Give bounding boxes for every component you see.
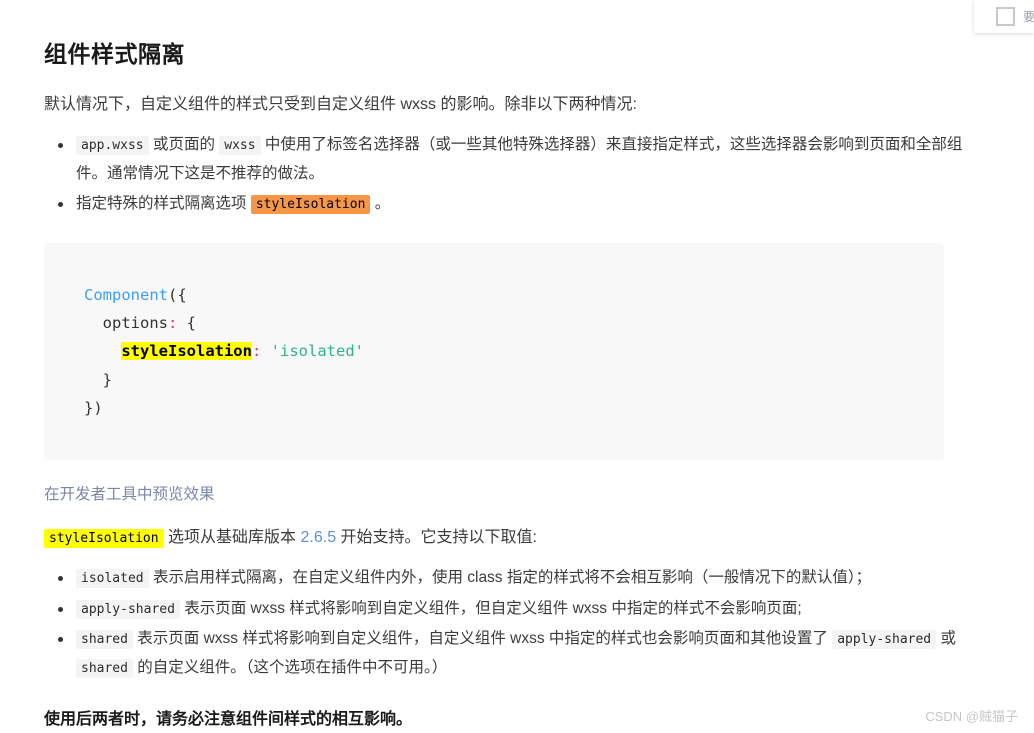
code-snippet: Component({ options: { styleIsolation: '… — [84, 281, 944, 422]
inline-code-shared-2: shared — [76, 659, 133, 679]
floating-corner-panel[interactable]: 要 — [974, 0, 1034, 33]
inline-code-styleisolation-highlight: styleIsolation — [250, 195, 371, 215]
code-block: Component({ options: { styleIsolation: '… — [44, 243, 944, 461]
code-token-close-call: }) — [84, 398, 103, 417]
list-item: app.wxss 或页面的 wxss 中使用了标签名选择器（或一些其他特殊选择器… — [58, 131, 964, 188]
inline-code-apply-shared: apply-shared — [76, 599, 180, 619]
list-item: apply-shared 表示页面 wxss 样式将影响到自定义组件，但自定义组… — [58, 595, 964, 624]
page-title: 组件样式隔离 — [44, 41, 185, 67]
code-token-open: ({ — [168, 286, 187, 305]
inline-code-styleisolation-note: styleIsolation — [44, 529, 164, 549]
list-item-text: 。 — [374, 195, 391, 213]
list-item-text: 表示页面 wxss 样式将影响到自定义组件，自定义组件 wxss 中指定的样式也… — [137, 630, 828, 648]
intro-paragraph: 默认情况下，自定义组件的样式只受到自定义组件 wxss 的影响。除非以下两种情况… — [44, 96, 637, 113]
preview-in-devtools-link[interactable]: 在开发者工具中预览效果 — [44, 482, 215, 504]
code-token-isolated-string: 'isolated' — [270, 342, 364, 361]
code-token-close-brace: } — [84, 370, 112, 389]
inline-code-wxss: wxss — [219, 136, 261, 155]
list-item-text: 指定特殊的样式隔离选项 — [76, 195, 247, 213]
note-text: 开始支持。它支持以下取值: — [340, 529, 537, 547]
list-item-text: 或 — [940, 630, 956, 648]
article-content: 组件样式隔离 默认情况下，自定义组件的样式只受到自定义组件 wxss 的影响。除… — [44, 0, 964, 729]
note-text: 选项从基础库版本 — [168, 529, 297, 547]
inline-code-apply-shared-2: apply-shared — [832, 630, 937, 650]
warning-note: 使用后两者时，请务必注意组件间样式的相互影响。 — [44, 710, 413, 728]
list-item-text: 或页面的 — [152, 136, 215, 153]
code-token-options: options — [84, 314, 168, 333]
code-token-colon: : — [168, 314, 178, 333]
code-token-component: Component — [84, 286, 168, 305]
inline-code-app-wxss: app.wxss — [76, 136, 149, 155]
inline-code-shared: shared — [76, 630, 133, 650]
version-link[interactable]: 2.6.5 — [301, 529, 337, 546]
code-token-styleisolation: styleIsolation — [121, 342, 252, 361]
list-item: 指定特殊的样式隔离选项 styleIsolation 。 — [58, 190, 964, 219]
list-item: isolated 表示启用样式隔离，在自定义组件内外，使用 class 指定的样… — [58, 564, 964, 593]
list-item: shared 表示页面 wxss 样式将影响到自定义组件，自定义组件 wxss … — [58, 625, 964, 682]
corner-panel-label: 要 — [1023, 9, 1034, 24]
csdn-watermark: CSDN @贼猫子 — [925, 709, 1018, 724]
values-list: isolated 表示启用样式隔离，在自定义组件内外，使用 class 指定的样… — [44, 564, 964, 683]
checkbox-input[interactable] — [996, 7, 1015, 26]
conditions-list: app.wxss 或页面的 wxss 中使用了标签名选择器（或一些其他特殊选择器… — [44, 131, 964, 219]
code-token-colon: : — [251, 342, 262, 361]
list-item-text: 表示页面 wxss 样式将影响到自定义组件，但自定义组件 wxss 中指定的样式… — [184, 599, 802, 617]
version-note: styleIsolation 选项从基础库版本 2.6.5 开始支持。它支持以下… — [44, 524, 964, 552]
list-item-text: 的自定义组件。（这个选项在插件中不可用。） — [137, 659, 448, 677]
list-item-text: 表示启用样式隔离，在自定义组件内外，使用 class 指定的样式将不会相互影响（… — [152, 569, 872, 587]
inline-code-isolated: isolated — [76, 569, 149, 589]
code-token-brace: { — [177, 314, 197, 333]
